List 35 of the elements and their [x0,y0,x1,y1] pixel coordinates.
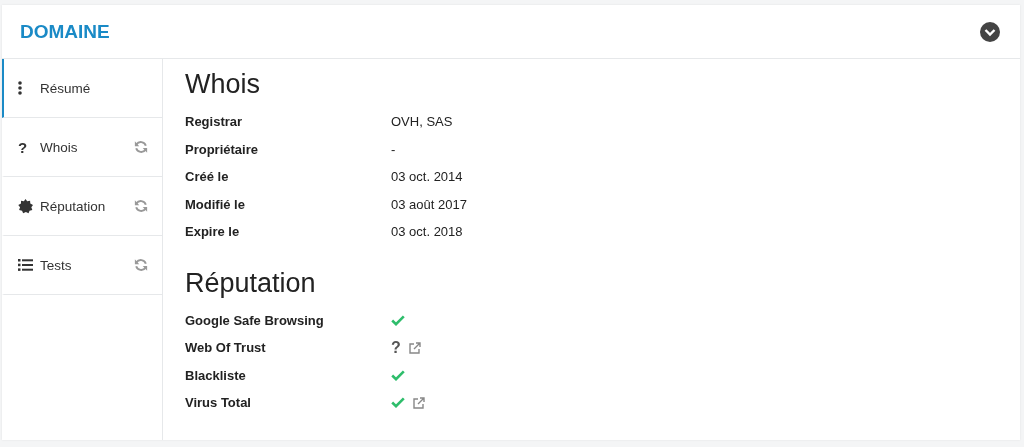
field-label: Blackliste [185,367,247,383]
refresh-icon[interactable] [134,258,148,272]
field-label: Expire le [185,224,241,240]
field-label: Registrar [185,114,244,130]
badge-icon [18,198,33,214]
field-label: Créé le [185,169,230,185]
check-icon [391,314,405,326]
question-mark-icon: ? [18,138,28,156]
field-value: - [391,141,396,157]
field-label: Propriétaire [185,141,259,157]
section-heading: Réputation [185,267,317,299]
refresh-icon[interactable] [134,140,148,154]
vertical-dots-icon [18,81,22,95]
field-value: 03 oct. 2014 [391,169,463,185]
field-label: Web Of Trust [185,340,267,356]
sidebar-tab[interactable]: Tests [2,236,162,295]
panel-title: DOMAINE [20,20,110,43]
external-link-icon[interactable] [413,396,425,409]
section-heading: Whois [185,69,261,100]
field-label: Virus Total [185,395,252,411]
sidebar-tab[interactable]: ? Whois [2,118,162,177]
field-value: 03 oct. 2018 [391,224,463,240]
refresh-icon[interactable] [134,199,148,213]
check-icon [391,369,405,381]
field-value: 03 août 2017 [391,196,467,212]
check-icon [391,397,405,409]
sidebar-tab[interactable]: Réputation [2,177,162,236]
external-link-icon[interactable] [408,341,421,354]
field-value: OVH, SAS [391,114,453,130]
field-label: Modifié le [185,196,246,212]
field-label: Google Safe Browsing [185,312,325,328]
chevron-down-icon[interactable] [980,21,1000,42]
question-mark-icon: ? [391,338,401,357]
list-icon [18,259,33,271]
sidebar-tab[interactable]: Résumé [2,59,162,118]
